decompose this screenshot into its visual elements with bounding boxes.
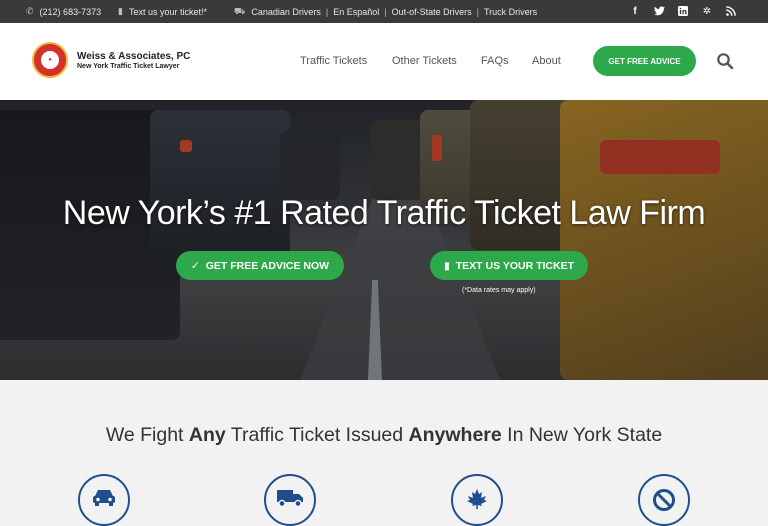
link-out-of-state[interactable]: Out-of-State Drivers (392, 7, 472, 17)
rss-icon[interactable] (724, 4, 738, 18)
facebook-icon[interactable]: f (628, 4, 642, 18)
nav-other-tickets[interactable]: Other Tickets (392, 55, 457, 67)
advice-button-label: GET FREE ADVICE NOW (205, 259, 330, 272)
title-part: We Fight (105, 424, 189, 446)
title-part: Traffic Ticket Issued (225, 424, 409, 446)
nav-traffic-tickets[interactable]: Traffic Tickets (300, 55, 367, 67)
text-us-label: Text us your ticket!* (128, 6, 207, 17)
nav-faqs[interactable]: FAQs (481, 55, 509, 67)
divider: | (384, 7, 387, 17)
brand-name: Weiss & Associates, PC (77, 51, 191, 62)
title-emphasis: Any (188, 424, 226, 446)
phone-icon: ✆ (26, 6, 34, 16)
car-small-icon: ⛟ (234, 6, 246, 16)
truck-icon[interactable] (264, 474, 316, 526)
link-en-espanol[interactable]: En Español (333, 7, 379, 17)
text-us-link[interactable]: ▮ Text us your ticket!* (118, 6, 207, 17)
divider: | (476, 7, 479, 17)
driver-links: ⛟ Canadian Drivers | En Español | Out-of… (234, 6, 537, 18)
get-free-advice-now-button[interactable]: ✓ GET FREE ADVICE NOW (176, 251, 344, 280)
title-part: In New York State (501, 424, 663, 446)
title-emphasis: Anywhere (408, 424, 502, 446)
no-entry-icon[interactable] (638, 474, 690, 526)
top-bar: ✆ (212) 683-7373 ▮ Text us your ticket!*… (0, 0, 768, 23)
text-us-your-ticket-button[interactable]: ▮ TEXT US YOUR TICKET (430, 251, 588, 280)
brand[interactable]: Weiss & Associates, PC New York Traffic … (77, 51, 190, 70)
mobile-icon: ▮ (118, 6, 123, 16)
link-canadian-drivers[interactable]: Canadian Drivers (251, 7, 321, 17)
site-header: ● Weiss & Associates, PC New York Traffi… (0, 23, 768, 100)
get-free-advice-button[interactable]: GET FREE ADVICE (593, 46, 696, 76)
social-links: f ✲ (628, 4, 738, 18)
phone-number: (212) 683-7373 (39, 6, 102, 17)
hero-overlay (0, 100, 768, 380)
linkedin-icon[interactable] (676, 4, 690, 18)
maple-leaf-icon[interactable] (451, 474, 503, 526)
car-icon[interactable] (78, 474, 130, 526)
yelp-icon[interactable]: ✲ (700, 4, 714, 18)
twitter-icon[interactable] (652, 4, 666, 18)
phone-link[interactable]: ✆ (212) 683-7373 (26, 6, 101, 17)
search-icon[interactable] (716, 52, 734, 70)
brand-tagline: New York Traffic Ticket Lawyer (77, 63, 180, 70)
check-icon: ✓ (190, 259, 200, 272)
hero-banner: New York’s #1 Rated Traffic Ticket Law F… (0, 100, 768, 380)
logo-light-icon: ● (41, 51, 59, 69)
logo-badge[interactable]: ● (32, 42, 68, 78)
text-button-label: TEXT US YOUR TICKET (455, 259, 574, 272)
link-truck-drivers[interactable]: Truck Drivers (484, 7, 537, 17)
nav-about[interactable]: About (532, 55, 561, 67)
section-title: We Fight Any Traffic Ticket Issued Anywh… (0, 424, 768, 447)
divider: | (325, 7, 329, 17)
mobile-icon: ▮ (443, 259, 450, 272)
hero-title: New York’s #1 Rated Traffic Ticket Law F… (62, 194, 706, 232)
data-rates-note: (*Data rates may apply) (462, 287, 536, 294)
